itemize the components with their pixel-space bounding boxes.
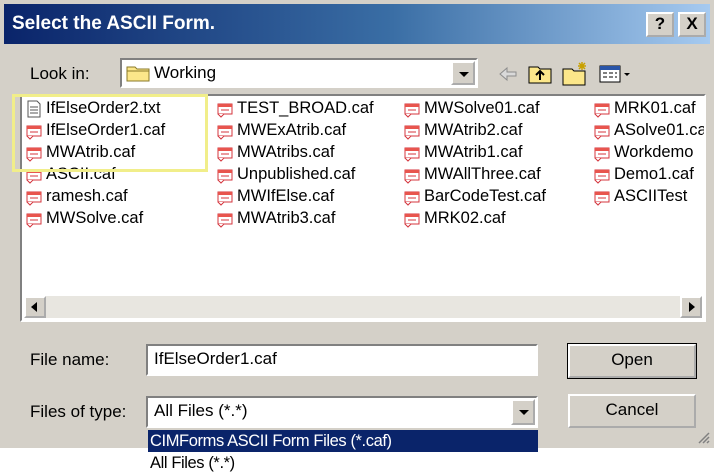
file-name-text: BarCodeTest.caf [424,187,546,205]
view-menu-icon[interactable] [598,60,632,88]
caf-file-icon [26,213,42,228]
look-in-dropdown-button[interactable] [451,61,475,85]
resize-grip-icon[interactable] [698,432,710,444]
open-file-dialog: Select the ASCII Form. ? X Look in: Work… [0,0,714,448]
folder-icon [126,66,150,82]
file-name-text: MWSolve01.caf [424,99,540,117]
title-bar[interactable]: Select the ASCII Form. ? X [4,4,710,44]
file-name-text: MRK02.caf [424,209,506,227]
files-of-type-label: Files of type: [30,402,127,421]
file-name-value: IfElseOrder1.caf [154,349,277,368]
caf-file-icon [404,191,420,206]
window-title: Select the ASCII Form. [12,13,216,34]
file-name-text: MWIfElse.caf [237,187,335,205]
file-name-label: File name: [30,350,110,369]
files-of-type-dropdown-list: CIMForms ASCII Form Files (*.caf) All Fi… [148,430,538,476]
file-name-text: ASCIITest [614,187,688,205]
file-name-text: MWAtrib3.caf [237,209,336,227]
file-name-text: Unpublished.caf [237,165,356,183]
files-of-type-value: All Files (*.*) [154,401,248,420]
caf-file-icon [594,191,610,206]
caf-file-icon [26,191,42,206]
file-name-text: ramesh.caf [46,187,128,205]
files-of-type-select[interactable]: All Files (*.*) [146,396,538,428]
caf-file-icon [404,213,420,228]
file-name-text: MWSolve.caf [46,209,144,227]
file-name-input[interactable]: IfElseOrder1.caf [146,344,538,376]
file-name-text: Demo1.caf [614,165,694,183]
caf-file-icon [217,125,233,140]
caf-file-icon [594,169,610,184]
horizontal-scrollbar[interactable] [24,296,702,318]
caf-file-icon [217,147,233,162]
file-name-text: TEST_BROAD.caf [237,99,374,117]
file-name-text: Workdemo [614,143,694,161]
caf-file-icon [217,213,233,228]
file-name-text: MWExAtrib.caf [237,121,347,139]
up-folder-icon[interactable] [526,60,554,88]
highlight-box [12,94,208,172]
scroll-left-button[interactable] [24,296,46,318]
file-name-text: MRK01.caf [614,99,696,117]
file-name-text: MWAtrib2.caf [424,121,523,139]
caf-file-icon [404,169,420,184]
file-name-text: MWAtribs.caf [237,143,335,161]
back-arrow-icon[interactable] [494,60,522,88]
open-button[interactable]: Open [567,343,697,379]
caf-file-icon [594,103,610,118]
caf-file-icon [404,103,420,118]
caf-file-icon [217,169,233,184]
close-button[interactable]: X [678,12,706,37]
new-folder-icon[interactable] [560,60,590,88]
files-of-type-dropdown-button[interactable] [511,399,535,425]
dropdown-option[interactable]: All Files (*.*) [148,452,538,474]
look-in-label: Look in: [30,64,90,83]
file-name-text: ASolve01.caf [614,121,706,139]
dropdown-option[interactable]: CIMForms ASCII Form Files (*.caf) [148,430,538,452]
caf-file-icon [404,147,420,162]
file-name-text: MWAllThree.caf [424,165,541,183]
cancel-button[interactable]: Cancel [568,394,696,428]
caf-file-icon [217,191,233,206]
file-name-text: MWAtrib1.caf [424,143,523,161]
help-button[interactable]: ? [646,12,674,37]
caf-file-icon [404,125,420,140]
caf-file-icon [217,103,233,118]
look-in-value: Working [154,63,217,82]
look-in-combo[interactable]: Working [120,58,478,88]
caf-file-icon [594,125,610,140]
caf-file-icon [594,147,610,162]
scroll-right-button[interactable] [680,296,702,318]
